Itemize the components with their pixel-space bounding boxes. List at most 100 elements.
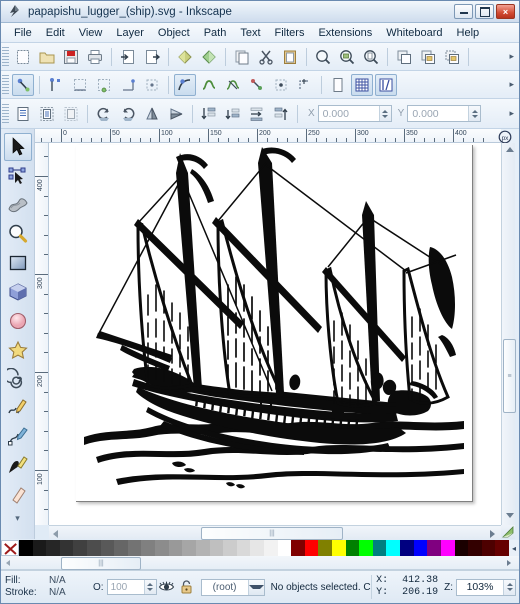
tool-star[interactable]	[4, 336, 32, 364]
snap-bbox-corner-button[interactable]	[93, 74, 115, 96]
rotate-ccw-button[interactable]	[93, 103, 115, 125]
vertical-scrollbar[interactable]: ≡	[501, 143, 516, 525]
palette-swatch[interactable]	[46, 540, 60, 556]
scroll-up-arrow[interactable]	[506, 147, 514, 152]
layer-selector[interactable]: (root)	[200, 578, 265, 596]
import-button[interactable]	[117, 46, 139, 68]
redo-button[interactable]	[198, 46, 220, 68]
palette-swatch[interactable]	[386, 540, 401, 556]
select-all-layers-button[interactable]	[36, 103, 58, 125]
opacity-spinner-up[interactable]	[147, 583, 154, 586]
palette-scroll-thumb[interactable]: |||	[61, 557, 141, 570]
palette-scroll-left-arrow[interactable]	[6, 560, 10, 566]
opacity-input[interactable]	[107, 580, 144, 594]
save-document-button[interactable]	[60, 46, 82, 68]
drawing-canvas[interactable]	[49, 143, 501, 525]
snap-bounding-box-button[interactable]	[45, 74, 67, 96]
palette-swatch[interactable]	[168, 540, 183, 556]
menu-help[interactable]: Help	[450, 25, 487, 41]
toolbar-grip[interactable]	[2, 46, 9, 67]
zoom-input[interactable]	[457, 579, 503, 595]
palette-swatch[interactable]	[345, 540, 360, 556]
zoom-spinner-down[interactable]	[506, 588, 513, 591]
menu-path[interactable]: Path	[197, 25, 234, 41]
zoom-spinner-up[interactable]	[506, 583, 513, 586]
palette-swatch[interactable]	[318, 540, 333, 556]
palette-swatch[interactable]	[223, 540, 237, 556]
tool-spiral[interactable]	[4, 365, 32, 393]
duplicate-button[interactable]	[393, 46, 415, 68]
vertical-scroll-thumb[interactable]: ≡	[503, 339, 516, 413]
snap-smooth-node-button[interactable]	[294, 74, 316, 96]
layer-visibility-button[interactable]	[157, 580, 177, 594]
maximize-button[interactable]	[475, 4, 494, 19]
copy-button[interactable]	[231, 46, 253, 68]
fill-stroke-indicator[interactable]: Fill: N/A Stroke: N/A	[1, 575, 93, 599]
tool-tweak[interactable]	[4, 191, 32, 219]
palette-swatch[interactable]	[263, 540, 278, 556]
tool-bezier[interactable]	[4, 423, 32, 451]
snap-cusp-node-button[interactable]	[270, 74, 292, 96]
palette-swatch[interactable]	[332, 540, 346, 556]
scroll-right-arrow[interactable]	[490, 530, 495, 538]
tool-3dbox[interactable]	[4, 278, 32, 306]
scroll-left-arrow[interactable]	[53, 530, 58, 538]
zoom-selection-button[interactable]	[312, 46, 334, 68]
y-spinner-up[interactable]	[471, 109, 478, 113]
flip-horizontal-button[interactable]	[141, 103, 163, 125]
toolbox-overflow[interactable]: ▾	[1, 513, 34, 524]
palette-scroll-strip[interactable]: |||	[1, 556, 519, 570]
horizontal-scroll-thumb[interactable]: |||	[201, 527, 343, 540]
palette-swatch[interactable]	[100, 540, 115, 556]
palette-swatch[interactable]	[209, 540, 224, 556]
zoom-drawing-button[interactable]	[336, 46, 358, 68]
scroll-down-arrow[interactable]	[506, 513, 514, 518]
palette-swatch[interactable]	[195, 540, 210, 556]
raise-button[interactable]	[246, 103, 268, 125]
rotate-cw-button[interactable]	[117, 103, 139, 125]
menu-extensions[interactable]: Extensions	[311, 25, 379, 41]
y-coordinate-field[interactable]	[407, 105, 482, 122]
tool-options-overflow[interactable]: ▸	[509, 108, 514, 119]
menu-file[interactable]: File	[7, 25, 39, 41]
menu-filters[interactable]: Filters	[268, 25, 312, 41]
palette-swatch[interactable]	[413, 540, 428, 556]
flip-vertical-button[interactable]	[165, 103, 187, 125]
deselect-button[interactable]	[60, 103, 82, 125]
snap-bbox-edge-button[interactable]	[69, 74, 91, 96]
palette-swatch[interactable]	[250, 540, 264, 556]
palette-swatch[interactable]	[454, 540, 469, 556]
command-toolbar-overflow[interactable]: ▸	[509, 51, 514, 62]
snap-guide-toggle[interactable]	[375, 73, 397, 96]
palette-swatch[interactable]	[127, 540, 142, 556]
tool-ellipse[interactable]	[4, 307, 32, 335]
palette-scroll-right-arrow[interactable]	[507, 560, 511, 566]
x-spinner-arrows[interactable]	[378, 106, 391, 121]
menu-text[interactable]: Text	[233, 25, 267, 41]
snap-path-button[interactable]	[198, 74, 220, 96]
y-spinner-arrows[interactable]	[468, 106, 481, 121]
tool-rectangle[interactable]	[4, 249, 32, 277]
tool-pencil[interactable]	[4, 394, 32, 422]
palette-swatch-list[interactable]	[19, 540, 509, 556]
layer-lock-button[interactable]	[177, 580, 197, 594]
tool-zoom[interactable]	[4, 220, 32, 248]
tool-selector[interactable]	[3, 133, 32, 161]
snap-bbox-center-button[interactable]	[141, 74, 163, 96]
document-page[interactable]	[76, 145, 473, 502]
palette-swatch[interactable]	[155, 540, 169, 556]
snap-nodes-toggle[interactable]	[174, 73, 196, 96]
menu-whiteboard[interactable]: Whiteboard	[379, 25, 449, 41]
palette-swatch[interactable]	[304, 540, 319, 556]
new-document-button[interactable]	[12, 46, 34, 68]
open-document-button[interactable]	[36, 46, 58, 68]
horizontal-ruler[interactable]: 0 50 100 150 200 250 300 350 400	[35, 129, 501, 143]
palette-swatch[interactable]	[236, 540, 251, 556]
vertical-ruler[interactable]: 400 300 200 100	[35, 143, 49, 525]
menu-edit[interactable]: Edit	[39, 25, 72, 41]
palette-swatch[interactable]	[495, 540, 509, 556]
tool-node-editor[interactable]	[4, 162, 32, 190]
palette-swatch[interactable]	[114, 540, 128, 556]
palette-swatch[interactable]	[19, 540, 33, 556]
snap-toolbar-overflow[interactable]: ▸	[509, 79, 514, 90]
